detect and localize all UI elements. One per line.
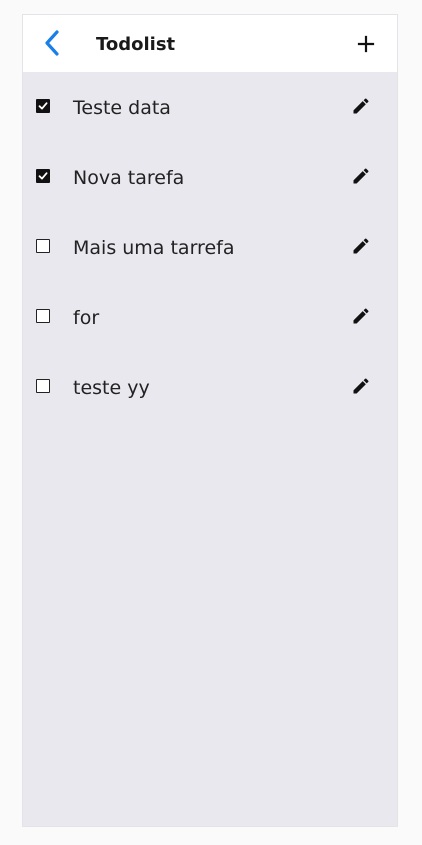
add-todo-button[interactable] (353, 31, 379, 57)
todo-list: Teste data Nova tarefa Mais uma tarrefa … (23, 72, 397, 422)
list-item: for (23, 282, 397, 352)
todo-label: Nova tarefa (73, 167, 185, 189)
list-item: Mais uma tarrefa (23, 212, 397, 282)
todo-label: Teste data (73, 97, 171, 119)
todo-label: for (73, 307, 100, 329)
edit-button[interactable] (351, 236, 371, 256)
todo-checkbox[interactable] (36, 309, 50, 323)
list-item: Nova tarefa (23, 142, 397, 212)
pencil-icon (353, 98, 369, 114)
list-item: teste yy (23, 352, 397, 422)
list-item: Teste data (23, 72, 397, 142)
edit-button[interactable] (351, 376, 371, 396)
edit-button[interactable] (351, 166, 371, 186)
todo-checkbox[interactable] (36, 379, 50, 393)
todo-checkbox[interactable] (36, 99, 50, 113)
page-title: Todolist (96, 34, 176, 55)
todo-label: teste yy (73, 377, 150, 399)
check-icon (38, 102, 48, 110)
pencil-icon (353, 168, 369, 184)
todo-label: Mais uma tarrefa (73, 237, 235, 259)
check-icon (38, 172, 48, 180)
edit-button[interactable] (351, 96, 371, 116)
back-button[interactable] (37, 28, 67, 58)
edit-button[interactable] (351, 306, 371, 326)
pencil-icon (353, 308, 369, 324)
pencil-icon (353, 378, 369, 394)
app-screen: Todolist Teste data Nova tarefa Mais uma… (22, 14, 398, 827)
todo-checkbox[interactable] (36, 169, 50, 183)
chevron-left-icon (45, 30, 59, 56)
top-app-bar: Todolist (23, 15, 397, 72)
plus-icon (357, 35, 375, 53)
todo-checkbox[interactable] (36, 239, 50, 253)
pencil-icon (353, 238, 369, 254)
